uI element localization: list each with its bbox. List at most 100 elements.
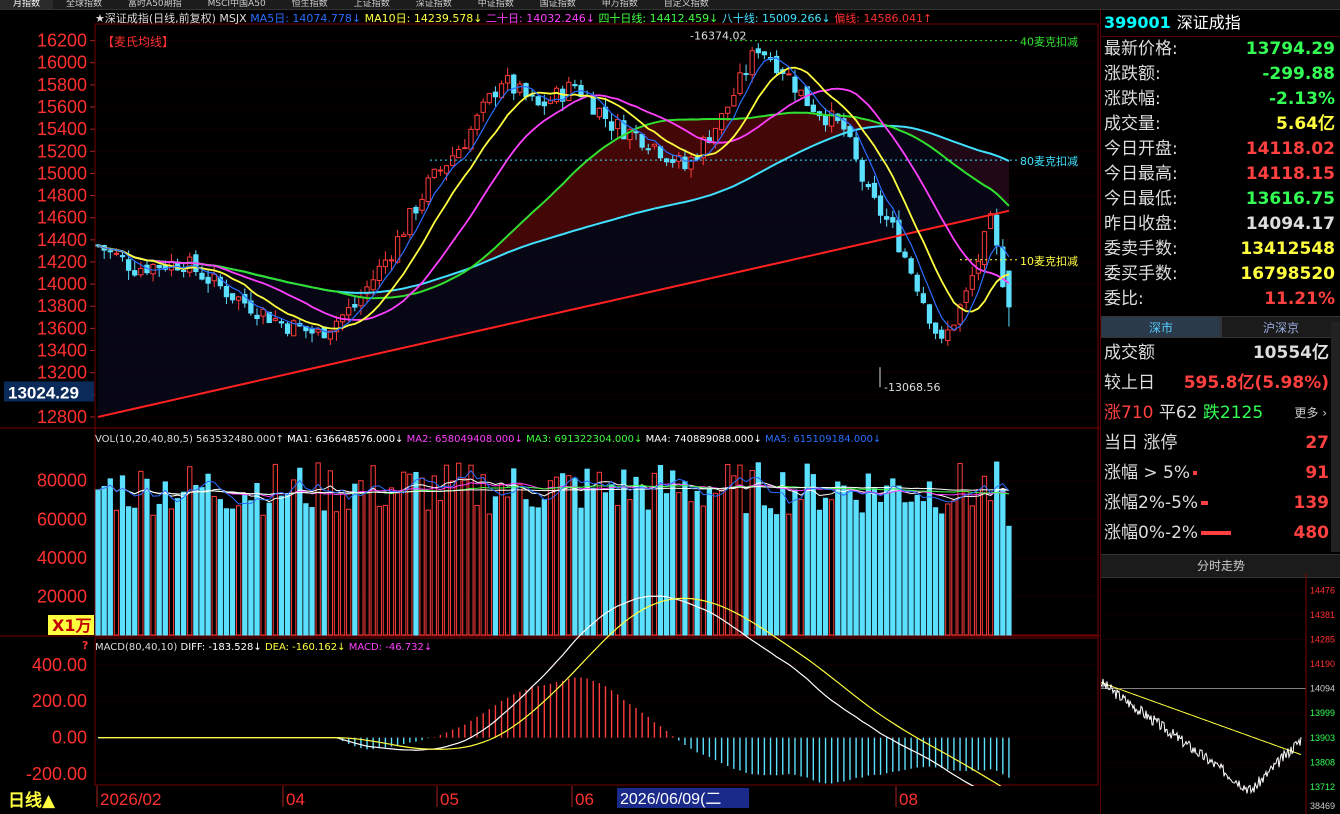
volume-bar [596, 471, 602, 636]
stock-header: 399001 深证成指 [1101, 10, 1340, 37]
sidebar-scrollbar[interactable] [1331, 322, 1340, 552]
quote-list: 最新价格: 13794.29 涨跌额: -299.88 涨跌幅: -2.13% 成交量: 5.… [1101, 37, 1340, 312]
index-tab[interactable]: 国证指数 [527, 0, 589, 9]
candle-body [437, 169, 444, 172]
main-legend: ★深证成指(日线,前复权) MSJX MA5日: 14074.778↓ MA10… [95, 11, 932, 25]
volume-legend-title: VOL(10,20,40,80,5) 563532480.000↑ [95, 434, 287, 445]
volume-bar [676, 492, 682, 636]
kline-chart[interactable]: 16200160001580015600154001520015000 14800… [0, 10, 1100, 814]
index-tab[interactable]: 全球指数 [53, 0, 115, 9]
volume-bar [810, 474, 816, 636]
index-tab[interactable]: 富时A50期指 [115, 0, 195, 9]
chevron-right-icon: › [1322, 406, 1327, 420]
candle-body [107, 250, 113, 253]
candle-body [431, 168, 437, 178]
period-toggle[interactable]: 日线▲ [8, 790, 56, 811]
month-label: 05 [440, 790, 459, 809]
candle-body [382, 259, 389, 268]
volume-unit-label: X1万 [52, 616, 91, 635]
volume-bar [309, 507, 315, 636]
volume-bar [963, 491, 969, 636]
volume-bar [199, 487, 205, 636]
index-tab[interactable]: 中证指数 [465, 0, 527, 9]
candle-body [474, 114, 480, 130]
stat-bar [1201, 501, 1209, 505]
more-link[interactable]: 更多 › [1294, 398, 1327, 428]
tab-all-markets[interactable]: 沪深京 [1221, 316, 1340, 338]
quote-row: 今日开盘: 14118.02 [1101, 137, 1340, 162]
volume-bar [981, 475, 988, 636]
volume-bar [1006, 525, 1012, 636]
index-tab[interactable]: 申万指数 [589, 0, 651, 9]
volume-bar [755, 462, 761, 636]
volume-bar [107, 478, 113, 636]
volume-bar [718, 489, 725, 636]
volume-bar [945, 503, 951, 636]
help-icon[interactable]: ? [82, 639, 88, 652]
volume-bar [645, 509, 651, 636]
candle-body [284, 323, 291, 334]
candle-body [871, 182, 878, 198]
candle-body [125, 259, 132, 271]
volume-bar [871, 488, 878, 636]
price-tick-label: 14800 [37, 186, 87, 206]
candle-body [743, 73, 749, 76]
intraday-tick-label: 14381 [1310, 610, 1335, 620]
intraday-avg-line [1101, 682, 1302, 756]
candle-body [388, 259, 395, 262]
volume-bar [865, 473, 871, 636]
index-tab[interactable]: 自定义指数 [651, 0, 722, 9]
volume-bar [798, 499, 804, 636]
volume-bar [902, 502, 908, 636]
volume-bar [694, 490, 700, 636]
stat-row: 涨幅0%-2% 480 [1101, 518, 1340, 548]
volume-bar [125, 506, 132, 636]
candle-body [590, 95, 596, 115]
ma-tag: 【麦氏均线】 [102, 35, 174, 49]
intraday-tick-label: 14476 [1310, 585, 1335, 595]
candle-body [761, 51, 768, 56]
market-tabs: 深市 沪深京 [1101, 316, 1340, 338]
candle-body [737, 72, 743, 95]
legend-item: MACD: -46.732↓ [349, 642, 433, 653]
quote-row: 昨日收盘: 14094.17 [1101, 212, 1340, 237]
volume-bar [144, 478, 150, 636]
index-tab[interactable]: 月指数 [0, 0, 54, 9]
volume-bar [266, 502, 272, 636]
volume-bar [847, 488, 853, 636]
quote-row: 最新价格: 13794.29 [1101, 37, 1340, 62]
volume-bar [480, 474, 486, 636]
breadth-row: 涨710 平62 跌2125 更多 › [1101, 398, 1340, 428]
stat-row: 当日 涨停 27 [1101, 428, 1340, 458]
index-tab[interactable]: 恒生指数 [279, 0, 341, 9]
volume-bar [657, 464, 664, 636]
tab-shenzhen[interactable]: 深市 [1101, 316, 1221, 338]
price-tick-label: 13600 [37, 318, 87, 338]
intraday-tick-label: 14285 [1310, 635, 1335, 645]
legend-item: 四十日线: 14412.459↓ [598, 11, 721, 25]
intraday-tick-label: 13808 [1310, 757, 1335, 767]
volume-bar [767, 508, 774, 636]
intraday-tick-label: 13712 [1310, 782, 1335, 792]
price-tick-label: 15600 [37, 97, 87, 117]
volume-bar [584, 468, 590, 636]
candle-body [884, 216, 890, 220]
volume-bar [517, 484, 523, 636]
volume-tick-label: 40000 [37, 548, 87, 568]
candle-body [853, 137, 859, 160]
index-tab[interactable]: 深证指数 [403, 0, 465, 9]
volume-bar [957, 463, 963, 636]
volume-bar [211, 495, 217, 636]
up-count: 涨710 [1104, 403, 1154, 423]
legend-item: MA2: 658049408.000↓ [407, 434, 526, 445]
candle-body [725, 106, 731, 114]
intraday-chart[interactable]: 14476 14381 14285 14190 14094 13999 13903 13808… [1101, 573, 1340, 814]
candle-body [260, 308, 266, 317]
quote-value: 13794.29 [1245, 39, 1335, 59]
candle-body [229, 293, 236, 301]
index-tab[interactable]: 上证指数 [341, 0, 403, 9]
candle-body [511, 74, 517, 94]
volume-bar [859, 512, 865, 636]
candle-body [792, 76, 798, 93]
index-tab[interactable]: MSCI中国A50 [195, 0, 279, 9]
